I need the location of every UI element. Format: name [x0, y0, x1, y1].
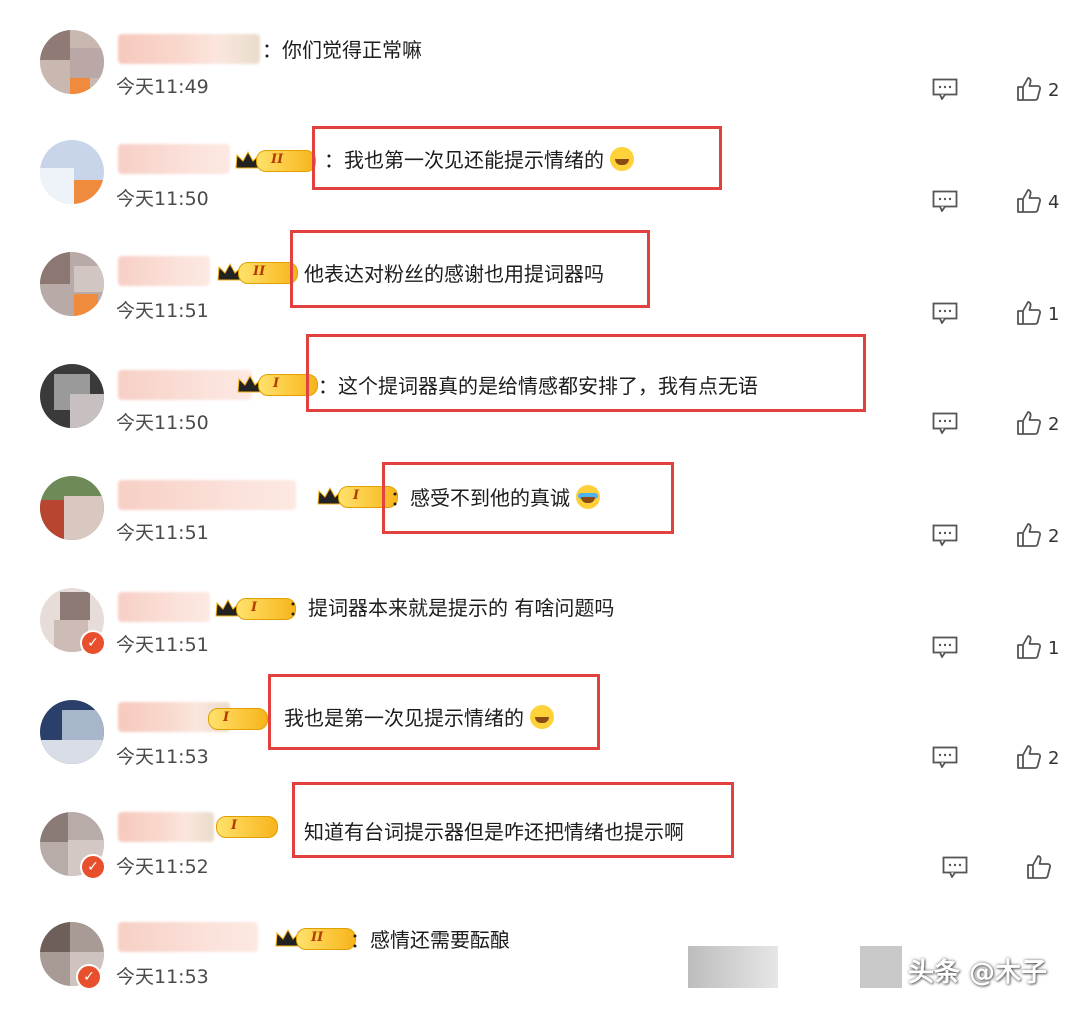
reply-icon[interactable]: [932, 412, 958, 434]
comment-time: 今天11:53: [116, 746, 209, 768]
verified-badge-icon: ✓: [80, 630, 106, 656]
like-count: 2: [1048, 80, 1060, 101]
avatar[interactable]: [40, 140, 104, 204]
highlight-box: [290, 230, 650, 308]
username-blurred[interactable]: [118, 370, 252, 400]
fan-rank-badge: II: [274, 926, 358, 950]
avatar[interactable]: [40, 252, 104, 316]
thumbs-up-icon[interactable]: [1016, 522, 1042, 548]
thumbs-up-icon[interactable]: [1026, 854, 1052, 880]
like-count: 2: [1048, 526, 1060, 547]
fan-rank-badge: I: [214, 596, 298, 620]
rank-pill: I: [216, 816, 278, 838]
thumbs-up-icon[interactable]: [1016, 634, 1042, 660]
watermark-blur: [860, 946, 902, 988]
highlight-box: [268, 674, 600, 750]
verified-badge-icon: ✓: [80, 854, 106, 880]
username-blurred[interactable]: [118, 592, 210, 622]
thumbs-up-icon[interactable]: [1016, 76, 1042, 102]
reply-icon[interactable]: [932, 636, 958, 658]
verified-badge-icon: ✓: [76, 964, 102, 990]
comment-time: 今天11:51: [116, 522, 209, 544]
username-blurred[interactable]: [118, 922, 258, 952]
comment-time: 今天11:53: [116, 966, 209, 988]
comment-time: 今天11:50: [116, 412, 209, 434]
watermark-text: 头条 @木子: [908, 958, 1048, 988]
avatar[interactable]: [40, 476, 104, 540]
comment-text: ：你们觉得正常嘛: [262, 38, 422, 62]
rank-level: I: [251, 600, 258, 615]
fan-rank-badge: II: [216, 260, 300, 284]
like-count: 2: [1048, 748, 1060, 769]
rank-level: I: [223, 710, 230, 725]
avatar[interactable]: [40, 364, 104, 428]
like-count: 2: [1048, 414, 1060, 435]
comment-text: ：提词器本来就是提示的 有啥问题吗: [288, 596, 615, 620]
reply-icon[interactable]: [932, 524, 958, 546]
fan-rank-badge: II: [234, 148, 318, 172]
username-blurred[interactable]: [118, 256, 210, 286]
username-blurred[interactable]: [118, 34, 260, 64]
like-count: 1: [1048, 304, 1060, 325]
comment-time: 今天11:50: [116, 188, 209, 210]
rank-pill: II: [256, 150, 316, 172]
username-blurred[interactable]: [118, 144, 230, 174]
comment-time: 今天11:51: [116, 634, 209, 656]
rank-pill: II: [238, 262, 298, 284]
highlight-box: [306, 334, 866, 412]
fan-rank-badge: I: [216, 814, 300, 838]
thumbs-up-icon[interactable]: [1016, 410, 1042, 436]
rank-level: I: [231, 818, 238, 833]
thumbs-up-icon[interactable]: [1016, 744, 1042, 770]
comment-text: ：感情还需要酝酿: [350, 928, 510, 952]
rank-level: II: [253, 264, 266, 279]
reply-icon[interactable]: [932, 78, 958, 100]
thumbs-up-icon[interactable]: [1016, 300, 1042, 326]
like-count: 1: [1048, 638, 1060, 659]
rank-level: I: [353, 488, 360, 503]
username-blurred[interactable]: [118, 812, 214, 842]
reply-icon[interactable]: [942, 856, 968, 878]
comment-time: 今天11:52: [116, 856, 209, 878]
highlight-box: [292, 782, 734, 858]
comment-time: 今天11:51: [116, 300, 209, 322]
avatar[interactable]: [40, 700, 104, 764]
thumbs-up-icon[interactable]: [1016, 188, 1042, 214]
username-blurred[interactable]: [118, 480, 296, 510]
comment-item: I ：这个提词器真的是给情感都安排了，我有点无语 今天11:50 2: [0, 334, 1080, 476]
highlight-box: [382, 462, 674, 534]
comment-time: 今天11:49: [116, 76, 209, 98]
rank-pill: I: [236, 598, 296, 620]
rank-level: II: [311, 930, 324, 945]
rank-pill: II: [296, 928, 356, 950]
rank-pill: I: [208, 708, 268, 730]
reply-icon[interactable]: [932, 302, 958, 324]
watermark-blur: [688, 946, 778, 988]
rank-level: I: [273, 376, 280, 391]
reply-icon[interactable]: [932, 190, 958, 212]
rank-level: II: [271, 152, 284, 167]
highlight-box: [312, 126, 722, 190]
avatar[interactable]: [40, 30, 104, 94]
like-count: 4: [1048, 192, 1060, 213]
comment-item: ✓ I 知道有台词提示器但是咋还把情绪也提示啊 今天11:52: [0, 782, 1080, 924]
reply-icon[interactable]: [932, 746, 958, 768]
comment-item: I ：感受不到他的真诚 今天11:51 2: [0, 462, 1080, 588]
